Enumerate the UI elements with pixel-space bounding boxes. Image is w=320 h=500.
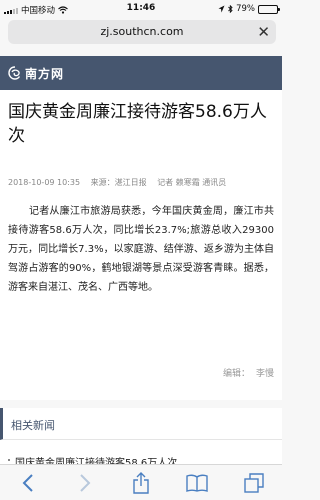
site-logo-icon[interactable] [8,66,22,80]
location-icon [218,5,225,13]
site-name[interactable]: 南方网 [25,65,64,82]
article-editor: 编辑： 李慢 [217,366,274,379]
tabs-icon [244,472,264,493]
battery-icon [258,4,280,14]
url-text[interactable]: zj.southcn.com [8,25,276,38]
article: 国庆黄金周廉江接待游客58.6万人次 2018-10-09 10:35 来源：湛… [0,90,282,400]
forward-icon [79,473,90,492]
site-header: 南方网 [0,56,282,90]
bookmarks-icon [186,474,209,492]
editor-name: 李慢 [255,369,274,379]
related-news-title: 相关新闻 [11,419,55,432]
bookmarks-button[interactable] [182,469,212,497]
close-icon[interactable]: ✕ [257,23,270,41]
back-icon [22,473,33,492]
battery-percent: 79% [236,4,255,14]
article-body: 记者从廉江市旅游局获悉，今年国庆黄金周，廉江市共接待游客58.6万人次，同比增长… [8,206,274,293]
share-button[interactable] [126,469,156,497]
status-bar: 中国移动 11:46 79% [0,0,282,18]
share-icon [133,471,149,494]
article-date: 2018-10-09 10:35 [8,178,81,187]
address-bar[interactable]: zj.southcn.com ✕ [8,20,276,44]
article-meta: 2018-10-09 10:35 来源：湛江日报 记者 赖寒霜 通讯员 [8,177,280,188]
back-button[interactable] [13,469,43,497]
article-title: 国庆黄金周廉江接待游客58.6万人次 [8,102,267,146]
article-author: 记者 赖寒霜 通讯员 [157,178,227,187]
browser-toolbar [0,464,282,500]
editor-label: 编辑： [222,369,250,379]
tabs-button[interactable] [239,469,269,497]
article-source: 来源：湛江日报 [90,178,147,187]
forward-button[interactable] [70,469,100,497]
status-right: 79% [218,4,280,14]
bluetooth-icon [228,5,233,13]
related-news-header: 相关新闻 [0,408,282,440]
